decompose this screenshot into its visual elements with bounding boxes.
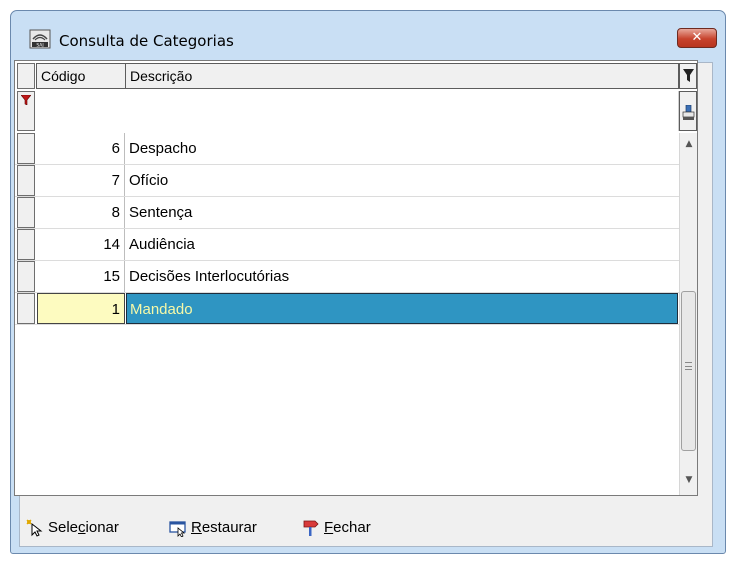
cell-codigo[interactable]: 7	[37, 165, 125, 196]
restore-button[interactable]: Restaurar	[169, 513, 291, 543]
cell-codigo[interactable]: 15	[37, 261, 125, 292]
row-indicator[interactable]	[17, 293, 35, 324]
restore-label: Restaurar	[191, 519, 257, 536]
table-row[interactable]: 6 Despacho	[15, 133, 679, 165]
scroll-grip-icon	[685, 362, 692, 370]
vertical-scrollbar[interactable]: ▲ ▼	[679, 133, 697, 495]
table-row-selected[interactable]: 1 Mandado	[15, 293, 679, 325]
filter-indicator[interactable]	[17, 91, 35, 131]
table-row[interactable]: 15 Decisões Interlocutórias	[15, 261, 679, 293]
filter-row	[15, 91, 679, 131]
cell-descricao[interactable]: Audiência	[126, 229, 678, 260]
row-indicator[interactable]	[17, 133, 35, 164]
cell-codigo[interactable]: 1	[37, 293, 125, 324]
close-window-button[interactable]: ✕	[677, 28, 717, 48]
scroll-thumb[interactable]	[681, 291, 696, 451]
column-header-codigo[interactable]: Código	[36, 63, 126, 89]
cell-codigo[interactable]: 8	[37, 197, 125, 228]
scroll-up-arrow-icon[interactable]: ▲	[680, 135, 698, 153]
close-label: Fechar	[324, 519, 371, 536]
svg-text:SAJ: SAJ	[36, 42, 43, 48]
table-row[interactable]: 7 Ofício	[15, 165, 679, 197]
close-icon: ✕	[691, 30, 703, 45]
bottom-toolbar: Selecionar Restaurar Fechar	[26, 513, 626, 543]
table-row[interactable]: 14 Audiência	[15, 229, 679, 261]
filter-descricao-input[interactable]	[125, 91, 679, 131]
categories-grid[interactable]: Código Descrição 6 Despacho 7 Ofício 8 S…	[14, 60, 698, 496]
row-indicator[interactable]	[17, 229, 35, 260]
filter-codigo-input[interactable]	[36, 91, 126, 131]
clear-filter-button[interactable]	[679, 91, 697, 131]
restore-icon	[169, 521, 186, 537]
close-button[interactable]: Fechar	[302, 513, 402, 543]
cell-descricao[interactable]: Mandado	[126, 293, 678, 324]
row-indicator[interactable]	[17, 165, 35, 196]
select-label: Selecionar	[48, 519, 119, 536]
filter-funnel-icon	[21, 95, 31, 105]
app-icon: SAJ	[29, 29, 51, 49]
filter-toggle-icon	[683, 69, 694, 82]
table-row[interactable]: 8 Sentença	[15, 197, 679, 229]
select-button[interactable]: Selecionar	[26, 513, 158, 543]
cell-descricao[interactable]: Decisões Interlocutórias	[126, 261, 678, 292]
row-indicator[interactable]	[17, 197, 35, 228]
select-cursor-icon	[26, 519, 43, 537]
title-bar[interactable]: SAJ Consulta de Categorias ✕	[11, 11, 725, 51]
cell-codigo[interactable]: 14	[37, 229, 125, 260]
cell-descricao[interactable]: Despacho	[126, 133, 678, 164]
close-flag-icon	[303, 520, 319, 536]
scroll-down-arrow-icon[interactable]: ▼	[680, 471, 698, 489]
column-header-descricao[interactable]: Descrição	[125, 63, 679, 89]
cell-descricao[interactable]: Sentença	[126, 197, 678, 228]
filter-toggle-button[interactable]	[679, 63, 697, 89]
cell-descricao[interactable]: Ofício	[126, 165, 678, 196]
row-indicator[interactable]	[17, 261, 35, 292]
window-title: Consulta de Categorias	[59, 32, 234, 50]
clear-filter-icon	[682, 105, 695, 120]
header-indicator	[17, 63, 35, 89]
cell-codigo[interactable]: 6	[37, 133, 125, 164]
